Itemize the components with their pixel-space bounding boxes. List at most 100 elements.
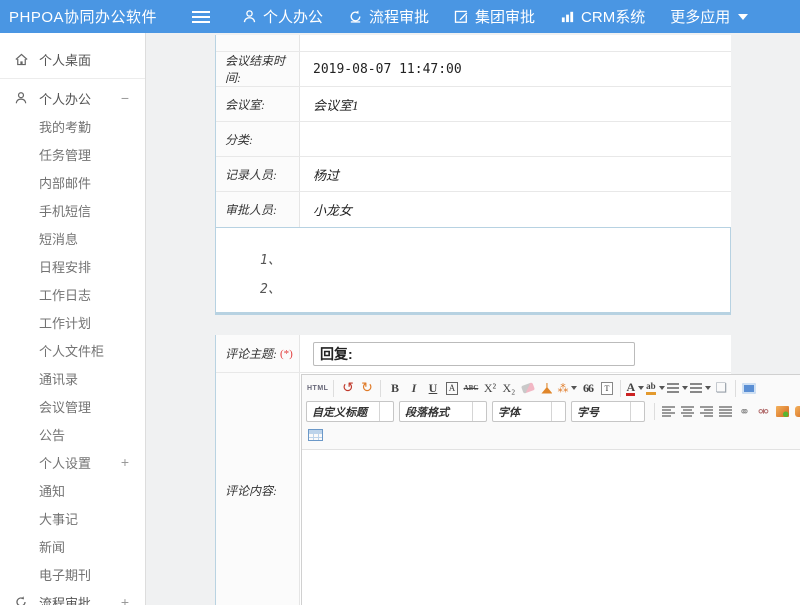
eraser-icon[interactable] — [518, 378, 537, 398]
font-size-dropdown[interactable]: 字号 — [571, 401, 645, 422]
sidebar-item-notice[interactable]: 通知 — [0, 476, 145, 504]
font-family-dropdown[interactable]: 字体 — [492, 401, 566, 422]
sidebar-item-work-plan[interactable]: 工作计划 — [0, 308, 145, 336]
collapse-toggle[interactable]: − — [121, 90, 129, 106]
sidebar-item-task-management[interactable]: 任务管理 — [0, 140, 145, 168]
sidebar-divider — [0, 78, 145, 79]
expand-toggle[interactable]: + — [121, 594, 129, 605]
html-source-button[interactable]: HTML — [306, 378, 329, 398]
undo-icon[interactable]: ↺ — [338, 378, 357, 398]
align-justify-icon[interactable] — [716, 402, 735, 422]
unlink-icon[interactable]: ⚮ — [754, 402, 773, 422]
paragraph-format-dropdown[interactable]: 段落格式 — [399, 401, 487, 422]
char-border-icon[interactable]: A — [442, 378, 461, 398]
sidebar-item-e-journal[interactable]: 电子期刊 — [0, 560, 145, 588]
align-left-icon[interactable] — [659, 402, 678, 422]
sidebar-item-short-message[interactable]: 短消息 — [0, 224, 145, 252]
nav-workflow-approval[interactable]: 流程审批 — [348, 6, 429, 27]
minutes-line: 2、 — [260, 275, 730, 304]
nav-label: CRM系统 — [581, 6, 645, 27]
nav-label: 更多应用 — [670, 6, 730, 27]
sidebar-item-personal-files[interactable]: 个人文件柜 — [0, 336, 145, 364]
align-center-icon[interactable] — [678, 402, 697, 422]
chevron-down-icon — [379, 402, 393, 421]
field-value: 杨过 — [300, 157, 731, 191]
paste-text-icon[interactable]: T — [597, 378, 616, 398]
table-row-category: 分类: — [216, 122, 731, 157]
italic-icon[interactable]: I — [404, 378, 423, 398]
nav-more-apps[interactable]: 更多应用 — [670, 6, 748, 27]
sidebar-item-schedule[interactable]: 日程安排 — [0, 252, 145, 280]
comment-subject-row: 评论主题: (*) — [216, 335, 731, 373]
nav-crm-system[interactable]: CRM系统 — [560, 6, 645, 27]
sidebar-item-work-diary[interactable]: 工作日志 — [0, 280, 145, 308]
meeting-minutes-content: 1、 2、 — [215, 227, 731, 315]
redo-icon[interactable]: ↻ — [357, 378, 376, 398]
insert-image-icon[interactable] — [773, 402, 792, 422]
toolbar-row-2: 自定义标题 段落格式 字体 — [306, 401, 800, 422]
table-row-meeting-end-time: 会议结束时间: 2019-08-07 11:47:00 — [216, 52, 731, 87]
screenshot-icon[interactable] — [792, 402, 800, 422]
field-label: 审批人员: — [216, 192, 300, 227]
nav-label: 个人办公 — [263, 6, 323, 27]
superscript-icon[interactable]: X² — [480, 378, 499, 398]
hamburger-menu-icon[interactable] — [192, 11, 210, 23]
fullscreen-icon[interactable] — [740, 378, 759, 398]
comment-content-row: 评论内容: HTML ↺ ↻ B — [216, 373, 731, 605]
sidebar-item-announcement[interactable]: 公告 — [0, 420, 145, 448]
expand-toggle[interactable]: + — [121, 454, 129, 470]
clear-format-icon[interactable] — [537, 378, 556, 398]
table-row-partial — [216, 35, 731, 52]
nav-group-approval[interactable]: 集团审批 — [454, 6, 535, 27]
field-label: 记录人员: — [216, 157, 300, 191]
highlight-color-icon[interactable]: ab — [645, 378, 666, 398]
subscript-icon[interactable]: X₂ — [499, 378, 518, 398]
comment-subject-input[interactable] — [313, 342, 635, 366]
blockquote-icon[interactable]: 66 — [578, 378, 597, 398]
process-icon — [14, 595, 31, 605]
field-value: 会议室1 — [300, 87, 731, 121]
chevron-down-icon — [551, 402, 565, 421]
chevron-down-icon — [630, 402, 644, 421]
editor-toolbar: HTML ↺ ↻ B I U A ABC X² — [302, 375, 800, 450]
ordered-list-icon[interactable] — [666, 378, 689, 398]
caret-down-icon — [738, 14, 748, 20]
font-color-icon[interactable]: A — [625, 378, 645, 398]
edit-square-icon — [454, 9, 469, 24]
sidebar-item-personal-settings[interactable]: 个人设置 + — [0, 448, 145, 476]
link-icon[interactable]: ⚭ — [735, 402, 754, 422]
sidebar-item-meeting-management[interactable]: 会议管理 — [0, 392, 145, 420]
unordered-list-icon[interactable] — [689, 378, 712, 398]
comment-content-editable-area[interactable] — [302, 450, 800, 605]
sidebar-item-personal-office[interactable]: 个人办公 − — [0, 84, 145, 112]
bold-icon[interactable]: B — [385, 378, 404, 398]
minutes-line: 1、 — [260, 246, 730, 275]
sidebar-item-news[interactable]: 新闻 — [0, 532, 145, 560]
nav-personal-office[interactable]: 个人办公 — [242, 6, 323, 27]
sidebar-item-internal-mail[interactable]: 内部邮件 — [0, 168, 145, 196]
sidebar-item-workflow-approval[interactable]: 流程审批 + — [0, 588, 145, 605]
format-paint-icon[interactable]: ⁂ — [556, 378, 578, 398]
nav-label: 集团审批 — [475, 6, 535, 27]
new-page-icon[interactable]: ❏ — [712, 378, 731, 398]
strikethrough-icon[interactable]: ABC — [461, 378, 480, 398]
table-row-recorder: 记录人员: 杨过 — [216, 157, 731, 192]
sidebar: 个人桌面 个人办公 − 我的考勤 任务管理 内部邮件 手机短信 短消息 日程安排… — [0, 33, 146, 605]
rich-text-editor: HTML ↺ ↻ B I U A ABC X² — [301, 374, 800, 605]
underline-icon[interactable]: U — [423, 378, 442, 398]
required-mark: (*) — [280, 348, 293, 360]
person-icon — [14, 91, 31, 105]
sidebar-item-personal-desktop[interactable]: 个人桌面 — [0, 45, 145, 73]
nav-label: 流程审批 — [369, 6, 429, 27]
chevron-down-icon — [472, 402, 486, 421]
app-title: PHPOA协同办公软件 — [0, 6, 192, 27]
sidebar-item-my-attendance[interactable]: 我的考勤 — [0, 112, 145, 140]
sidebar-item-label: 流程审批 — [39, 593, 91, 605]
sidebar-item-mobile-sms[interactable]: 手机短信 — [0, 196, 145, 224]
sidebar-item-major-events[interactable]: 大事记 — [0, 504, 145, 532]
custom-title-dropdown[interactable]: 自定义标题 — [306, 401, 394, 422]
insert-table-icon[interactable] — [306, 425, 325, 445]
meeting-detail-form: 会议结束时间: 2019-08-07 11:47:00 会议室: 会议室1 分类… — [215, 35, 731, 227]
sidebar-item-contacts[interactable]: 通讯录 — [0, 364, 145, 392]
align-right-icon[interactable] — [697, 402, 716, 422]
